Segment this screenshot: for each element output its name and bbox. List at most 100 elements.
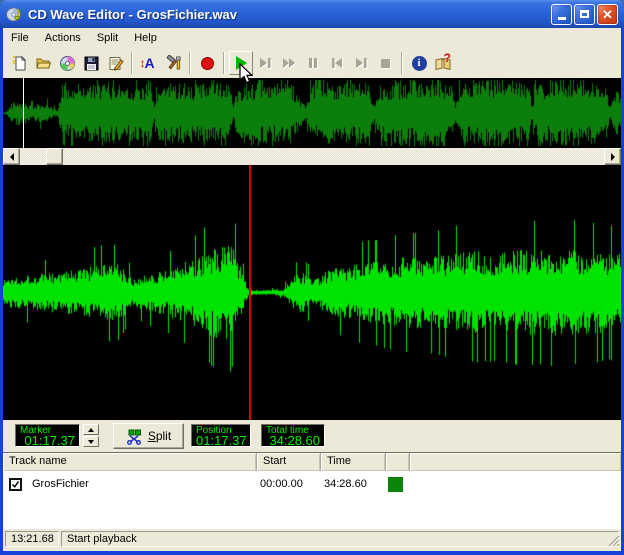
pause-button[interactable] <box>301 51 325 75</box>
minimize-icon <box>557 17 566 20</box>
record-button[interactable] <box>195 51 219 75</box>
status-message: Start playback <box>61 530 619 547</box>
check-icon <box>11 480 20 488</box>
scroll-left-icon <box>9 152 14 161</box>
new-file-button[interactable] <box>7 51 31 75</box>
scroll-left-button[interactable] <box>3 148 20 165</box>
overview-position-cursor <box>23 78 24 148</box>
window-title: CD Wave Editor - GrosFichier.wav <box>28 6 238 22</box>
track-checkbox[interactable] <box>9 477 22 491</box>
split-button[interactable]: Split <box>113 423 184 449</box>
toolbar-separator <box>131 52 133 74</box>
file-properties-button[interactable] <box>103 51 127 75</box>
control-bar: Marker 01:17.37 Split Position 01:17.37 … <box>3 420 621 452</box>
title-bar[interactable]: CD Wave Editor - GrosFichier.wav ✕ <box>0 0 624 28</box>
next-track-icon <box>355 57 367 69</box>
status-bar: 13:21.68 Start playback <box>3 528 621 548</box>
play-to-next-icon <box>259 57 271 69</box>
previous-track-icon <box>331 57 343 69</box>
status-time: 13:21.68 <box>5 530 59 547</box>
fast-forward-button[interactable] <box>277 51 301 75</box>
scroll-right-button[interactable] <box>604 148 621 165</box>
total-time-value: 34:28.60 <box>269 433 320 447</box>
marker-a-icon: ↕ A <box>139 54 155 71</box>
scroll-right-icon <box>610 152 615 161</box>
open-cd-button[interactable] <box>55 51 79 75</box>
resize-grip[interactable] <box>607 534 620 547</box>
close-button[interactable]: ✕ <box>597 3 618 25</box>
stop-button[interactable] <box>373 51 397 75</box>
overview-waveform-pane[interactable] <box>3 78 621 148</box>
track-color-swatch[interactable] <box>388 476 403 492</box>
menu-help[interactable]: Help <box>126 30 165 46</box>
spin-down-icon <box>88 439 94 444</box>
track-time: 34:28.60 <box>324 478 367 490</box>
stop-icon <box>380 58 391 69</box>
main-waveform-pane[interactable] <box>3 165 621 420</box>
toolbar-separator <box>189 52 191 74</box>
record-icon <box>200 56 214 70</box>
scroll-thumb[interactable] <box>46 148 63 165</box>
column-track-name[interactable]: Track name <box>3 453 257 471</box>
track-start: 00:00.00 <box>260 478 303 490</box>
overview-waveform[interactable] <box>3 78 621 148</box>
previous-track-button[interactable] <box>325 51 349 75</box>
toolbar-separator <box>223 52 225 74</box>
cd-icon <box>59 55 75 71</box>
properties-icon <box>109 56 124 71</box>
position-value: 01:17.37 <box>196 433 247 447</box>
toolbar: ↕ A i ? <box>3 48 621 78</box>
menu-split[interactable]: Split <box>89 30 126 46</box>
floppy-disk-icon <box>84 56 98 70</box>
open-file-button[interactable] <box>31 51 55 75</box>
pause-icon <box>308 57 318 69</box>
toolbar-separator <box>401 52 403 74</box>
open-folder-icon <box>35 58 51 68</box>
next-track-button[interactable] <box>349 51 373 75</box>
minimize-button[interactable] <box>551 3 572 25</box>
options-button[interactable] <box>161 51 185 75</box>
menu-actions[interactable]: Actions <box>37 30 89 46</box>
maximize-icon <box>580 10 589 18</box>
menu-bar: File Actions Split Help <box>3 28 621 48</box>
info-icon: i <box>411 55 427 71</box>
save-button[interactable] <box>79 51 103 75</box>
help-question-glyph: ? <box>443 51 451 65</box>
play-button[interactable] <box>229 51 253 75</box>
help-book-icon: ? <box>434 51 452 71</box>
tools-icon <box>166 54 181 69</box>
track-list: Track name Start Time GrosFichier 00:00.… <box>3 452 621 528</box>
file-info-button[interactable]: i <box>407 51 431 75</box>
total-time-display: Total time 34:28.60 <box>261 424 325 447</box>
fast-forward-icon <box>282 57 296 69</box>
playback-position-cursor <box>249 165 251 420</box>
help-button[interactable]: ? <box>431 51 455 75</box>
new-file-icon <box>12 55 26 70</box>
track-list-header: Track name Start Time <box>3 453 621 471</box>
split-scissors-icon <box>126 429 141 445</box>
column-filler <box>410 453 621 471</box>
close-icon: ✕ <box>602 6 613 22</box>
app-window: CD Wave Editor - GrosFichier.wav ✕ File … <box>0 0 624 555</box>
marker-display: Marker 01:17.37 <box>15 424 80 447</box>
main-waveform[interactable] <box>3 165 621 420</box>
column-color[interactable] <box>386 453 410 471</box>
menu-file[interactable]: File <box>3 30 37 46</box>
goto-marker-button[interactable]: ↕ A <box>137 51 161 75</box>
play-icon <box>235 56 247 70</box>
horizontal-scrollbar[interactable] <box>3 148 621 165</box>
column-time[interactable]: Time <box>321 453 386 471</box>
split-button-label: Split <box>147 429 172 443</box>
marker-spin-down-button[interactable] <box>83 436 99 447</box>
app-icon <box>6 7 21 21</box>
marker-spinner <box>83 424 99 447</box>
spin-up-icon <box>88 427 94 432</box>
table-row[interactable]: GrosFichier 00:00.00 34:28.60 <box>3 471 621 497</box>
play-to-next-button[interactable] <box>253 51 277 75</box>
position-display: Position 01:17.37 <box>191 424 251 447</box>
scroll-track[interactable] <box>20 148 604 165</box>
marker-spin-up-button[interactable] <box>83 424 99 435</box>
maximize-button[interactable] <box>574 3 595 25</box>
track-name: GrosFichier <box>32 478 89 490</box>
column-start[interactable]: Start <box>257 453 321 471</box>
